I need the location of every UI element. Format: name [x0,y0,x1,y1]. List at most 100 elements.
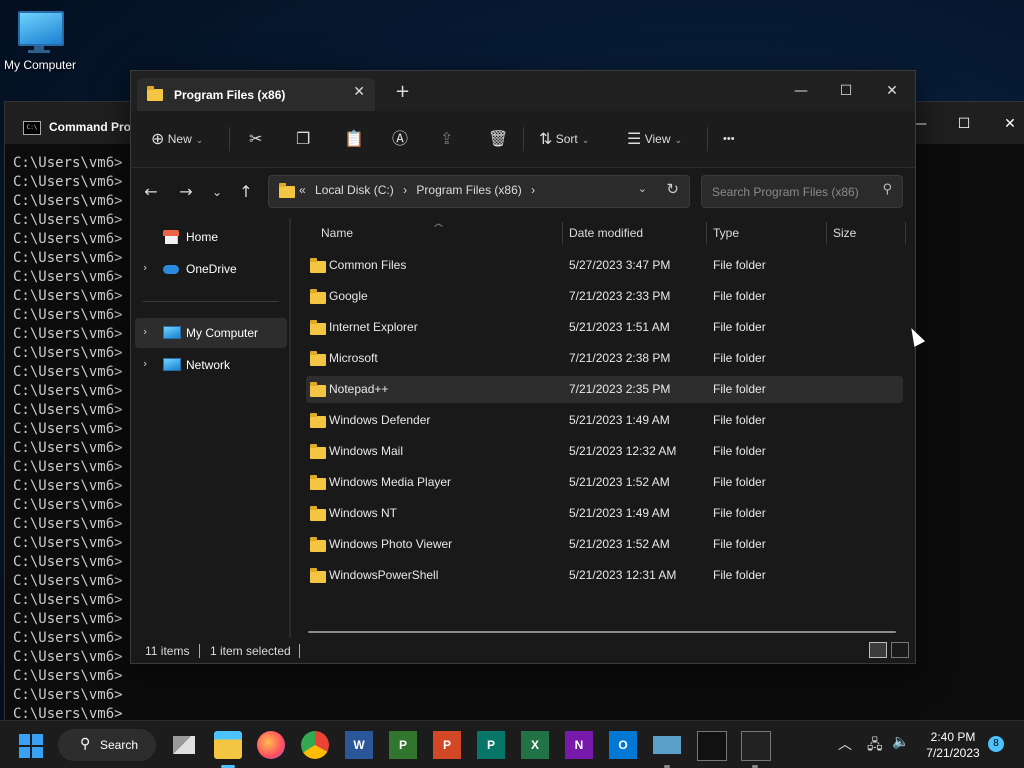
table-row[interactable]: Common Files 5/27/2023 3:47 PM File folder [306,252,903,279]
back-arrow-icon[interactable]: ← [139,180,163,204]
scissors-icon: ✂ [249,130,263,148]
minimize-icon[interactable]: — [778,77,824,105]
horizontal-scrollbar[interactable] [308,631,896,633]
table-row[interactable]: Windows Mail 5/21/2023 12:32 AM File folde… [306,438,903,465]
taskbar-search-button[interactable]: ⚲ Search [58,729,156,761]
table-row[interactable]: Google 7/21/2023 2:33 PM File folder [306,283,903,310]
search-input[interactable] [710,182,874,202]
maximize-icon[interactable]: ☐ [823,77,869,105]
nav-item-my-computer[interactable]: › My Computer [135,318,287,348]
taskbar-app-publisher[interactable]: P [477,731,505,759]
table-row[interactable]: Windows NT 5/21/2023 1:49 AM File folder [306,500,903,527]
cmd-line: C:\Users\vm6> [13,155,123,171]
nav-item-onedrive[interactable]: › OneDrive [131,254,287,284]
taskbar-app-file-explorer[interactable] [214,731,242,768]
column-header-date[interactable]: Date modified [569,226,643,240]
table-row[interactable]: Windows Defender 5/21/2023 1:49 AM File fo… [306,407,903,434]
table-row[interactable]: Windows Media Player 5/21/2023 1:52 AM Fil… [306,469,903,496]
taskbar-app-powerpoint[interactable]: P [433,731,461,759]
view-button[interactable]: ☰ View ⌄ [627,127,682,151]
breadcrumb-separator[interactable]: › [531,183,535,197]
large-icons-view-icon[interactable] [891,642,909,658]
details-view-icon[interactable] [869,642,887,658]
nav-item-network[interactable]: › Network [131,350,287,380]
close-tab-icon[interactable]: ✕ [353,84,365,100]
cut-button[interactable]: ✂ [249,127,262,151]
chevron-right-icon[interactable]: › [143,261,147,274]
taskbar-app-excel[interactable]: X [521,731,549,759]
copy-button[interactable]: ❐ [296,127,310,151]
cmd-line: C:\Users\vm6> [13,421,123,437]
column-divider[interactable] [905,222,906,244]
taskbar: ⚲ Search WPPPXNO ︿ 🖧 🔈 2:40 PM 7/21/2023… [0,720,1024,768]
taskbar-app-word[interactable]: W [345,731,373,759]
taskbar-app-rdp[interactable] [653,731,681,768]
taskbar-app-firefox[interactable] [257,731,285,759]
notification-badge[interactable]: 8 [988,736,1004,752]
share-button[interactable]: ⇪ [440,127,453,151]
table-row[interactable]: WindowsPowerShell 5/21/2023 12:31 AM File … [306,562,903,589]
delete-button[interactable]: 🗑 [488,127,508,151]
address-dropdown-icon[interactable]: ⌄ [638,182,647,195]
taskbar-app-onenote[interactable]: N [565,731,593,759]
new-button[interactable]: ⊕ New ⌄ [151,127,203,151]
table-row[interactable]: Internet Explorer 5/21/2023 1:51 AM File f… [306,314,903,341]
search-icon: ⚲ [80,736,91,752]
more-options-icon[interactable]: ••• [723,127,735,151]
table-row[interactable]: Microsoft 7/21/2023 2:38 PM File folder [306,345,903,372]
clock[interactable]: 2:40 PM 7/21/2023 [918,729,988,761]
taskbar-app-outlook[interactable]: O [609,731,637,759]
table-row[interactable]: Windows Photo Viewer 5/21/2023 1:52 AM Fil… [306,531,903,558]
cmd-line: C:\Users\vm6> [13,478,123,494]
rename-button[interactable]: Ⓐ [392,127,408,151]
column-header-size[interactable]: Size [833,226,856,240]
type-cell: File folder [713,382,766,396]
network-icon [163,358,181,371]
network-status-icon[interactable]: 🖧 [867,734,883,758]
column-divider[interactable] [826,222,827,244]
column-divider[interactable] [562,222,563,244]
breadcrumb-overflow[interactable]: « [299,183,306,197]
forward-arrow-icon[interactable]: → [174,180,198,204]
taskbar-app-cmd[interactable] [697,731,727,761]
close-icon[interactable]: ✕ [990,112,1024,136]
sort-button[interactable]: ⇅ Sort ⌄ [539,127,589,151]
column-header-type[interactable]: Type [713,226,739,240]
breadcrumb-local-disk[interactable]: Local Disk (C:) [315,183,394,197]
tab-program-files[interactable]: Program Files (x86) ✕ [137,78,375,111]
column-divider[interactable] [706,222,707,244]
monitor-icon [18,11,64,46]
paste-button[interactable]: 📋 [344,127,364,151]
table-row[interactable]: Notepad++ 7/21/2023 2:35 PM File folder [306,376,903,403]
breadcrumb-separator[interactable]: › [403,183,407,197]
cmd-title: Command Pro [49,120,132,134]
start-button[interactable] [19,734,43,758]
chevron-right-icon[interactable]: › [143,357,147,370]
taskbar-app-chrome[interactable] [301,731,329,759]
show-hidden-icons-chevron-icon[interactable]: ︿ [838,734,852,754]
cmd-output[interactable]: C:\Users\vm6> C:\Users\vm6> C:\Users\vm6> C… [13,154,123,724]
desktop-icon-my-computer[interactable]: My Computer [0,8,80,78]
chevron-right-icon[interactable]: › [143,325,147,338]
search-box[interactable]: ⚲ [701,175,903,208]
volume-icon[interactable]: 🔈 [892,734,909,750]
recent-locations-chevron-icon[interactable]: ⌄ [205,180,229,204]
address-bar[interactable]: « Local Disk (C:) › Program Files (x86) … [268,175,690,208]
taskbar-app-terminal[interactable] [741,731,771,768]
breadcrumb-program-files[interactable]: Program Files (x86) [416,183,521,197]
maximize-icon[interactable]: ☐ [944,112,984,136]
close-window-icon[interactable]: ✕ [869,77,915,105]
refresh-icon[interactable]: ↻ [666,180,679,198]
nav-label: OneDrive [186,262,237,276]
new-tab-button[interactable]: + [395,83,410,101]
pane-splitter[interactable] [289,218,291,638]
nav-item-home[interactable]: Home [131,222,287,252]
folder-icon [310,537,326,552]
taskbar-app-project[interactable]: P [389,731,417,759]
up-arrow-icon[interactable]: ↑ [234,180,258,204]
column-header-name[interactable]: Name [321,226,353,240]
type-cell: File folder [713,475,766,489]
type-cell: File folder [713,351,766,365]
file-explorer-window[interactable]: Program Files (x86) ✕ + — ☐ ✕ ⊕ New ⌄ ✂ ❐… [130,70,916,664]
taskbar-app-task-view[interactable] [170,731,198,759]
